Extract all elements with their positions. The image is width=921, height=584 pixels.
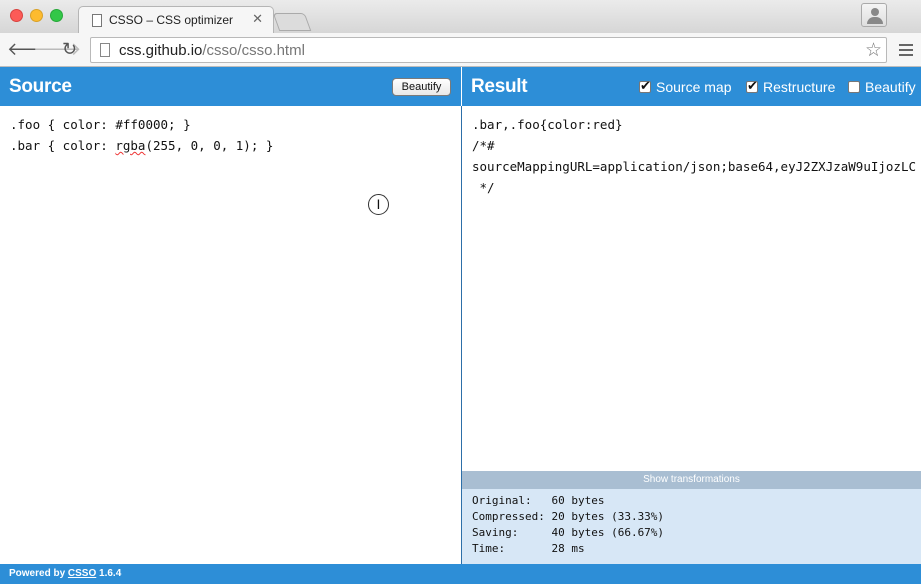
url-text[interactable]: css.github.io/csso/csso.html	[119, 42, 305, 59]
checkbox-icon[interactable]	[848, 81, 860, 93]
show-transformations-button[interactable]: Show transformations	[462, 471, 921, 489]
source-editor[interactable]: .foo { color: #ff0000; } .bar { color: rg…	[10, 106, 455, 556]
result-output[interactable]: .bar,.foo{color:red} /*# sourceMappingURL=…	[472, 106, 921, 466]
result-header: Result Source map Restructure Beautify	[462, 67, 921, 106]
url-domain: css.github.io	[119, 42, 203, 59]
footer-version: 1.6.4	[96, 568, 122, 579]
checkbox-icon[interactable]	[746, 78, 758, 94]
result-line: */	[472, 180, 495, 195]
tab-close-icon[interactable]: ✕	[252, 11, 263, 27]
page-icon	[100, 43, 110, 57]
stat-compressed: Compressed: 20 bytes (33.33%)	[472, 510, 665, 523]
stats-panel: Original: 60 bytes Compressed: 20 bytes (…	[462, 489, 921, 564]
source-header: Source Beautify	[0, 67, 461, 106]
result-title: Result	[471, 76, 528, 97]
page-icon	[92, 14, 102, 27]
text-cursor-icon: I	[368, 194, 389, 215]
window-minimize-button[interactable]	[30, 9, 43, 22]
source-map-checkbox[interactable]: Source map	[639, 78, 732, 95]
result-line: .bar,.foo{color:red}	[472, 117, 623, 132]
url-path: /csso/csso.html	[202, 42, 305, 59]
beautify-checkbox[interactable]: Beautify	[848, 79, 916, 95]
tab-title: CSSO – CSS optimizer	[109, 13, 234, 27]
new-tab-button[interactable]	[272, 13, 312, 31]
browser-toolbar: 🡐 🡒 ↻ css.github.io/csso/csso.html ☆	[0, 33, 921, 67]
source-line: .foo { color: #ff0000; }	[10, 117, 191, 132]
menu-icon[interactable]	[899, 44, 913, 59]
stat-original: Original: 60 bytes	[472, 494, 605, 507]
restructure-checkbox[interactable]: Restructure	[746, 78, 836, 95]
stat-time: Time: 28 ms	[472, 542, 585, 555]
bookmark-star-icon[interactable]: ☆	[865, 39, 882, 62]
reload-icon[interactable]: ↻	[62, 38, 77, 60]
spellcheck-word: rgba	[115, 138, 146, 153]
footer-prefix: Powered by	[9, 568, 68, 579]
browser-tab[interactable]: CSSO – CSS optimizer ✕	[78, 6, 274, 34]
result-line: /*#	[472, 138, 495, 153]
browser-titlebar: CSSO – CSS optimizer ✕	[0, 0, 921, 34]
source-title: Source	[9, 76, 72, 97]
profile-button[interactable]	[861, 3, 887, 27]
result-line: sourceMappingURL=application/json;base64…	[472, 159, 917, 174]
checkbox-icon[interactable]	[639, 78, 651, 94]
stat-saving: Saving: 40 bytes (66.67%)	[472, 526, 665, 539]
footer: Powered by CSSO 1.6.4	[0, 564, 921, 584]
source-line: .bar { color: rgba(255, 0, 0, 1); }	[10, 138, 274, 153]
window-close-button[interactable]	[10, 9, 23, 22]
beautify-option-label: Beautify	[865, 79, 916, 95]
beautify-button[interactable]: Beautify	[392, 78, 451, 96]
restructure-label: Restructure	[763, 79, 836, 95]
source-map-label: Source map	[656, 79, 732, 95]
person-icon	[871, 8, 879, 16]
csso-link[interactable]: CSSO	[68, 568, 96, 579]
window-maximize-button[interactable]	[50, 9, 63, 22]
address-bar[interactable]: css.github.io/csso/csso.html ☆	[90, 37, 887, 63]
